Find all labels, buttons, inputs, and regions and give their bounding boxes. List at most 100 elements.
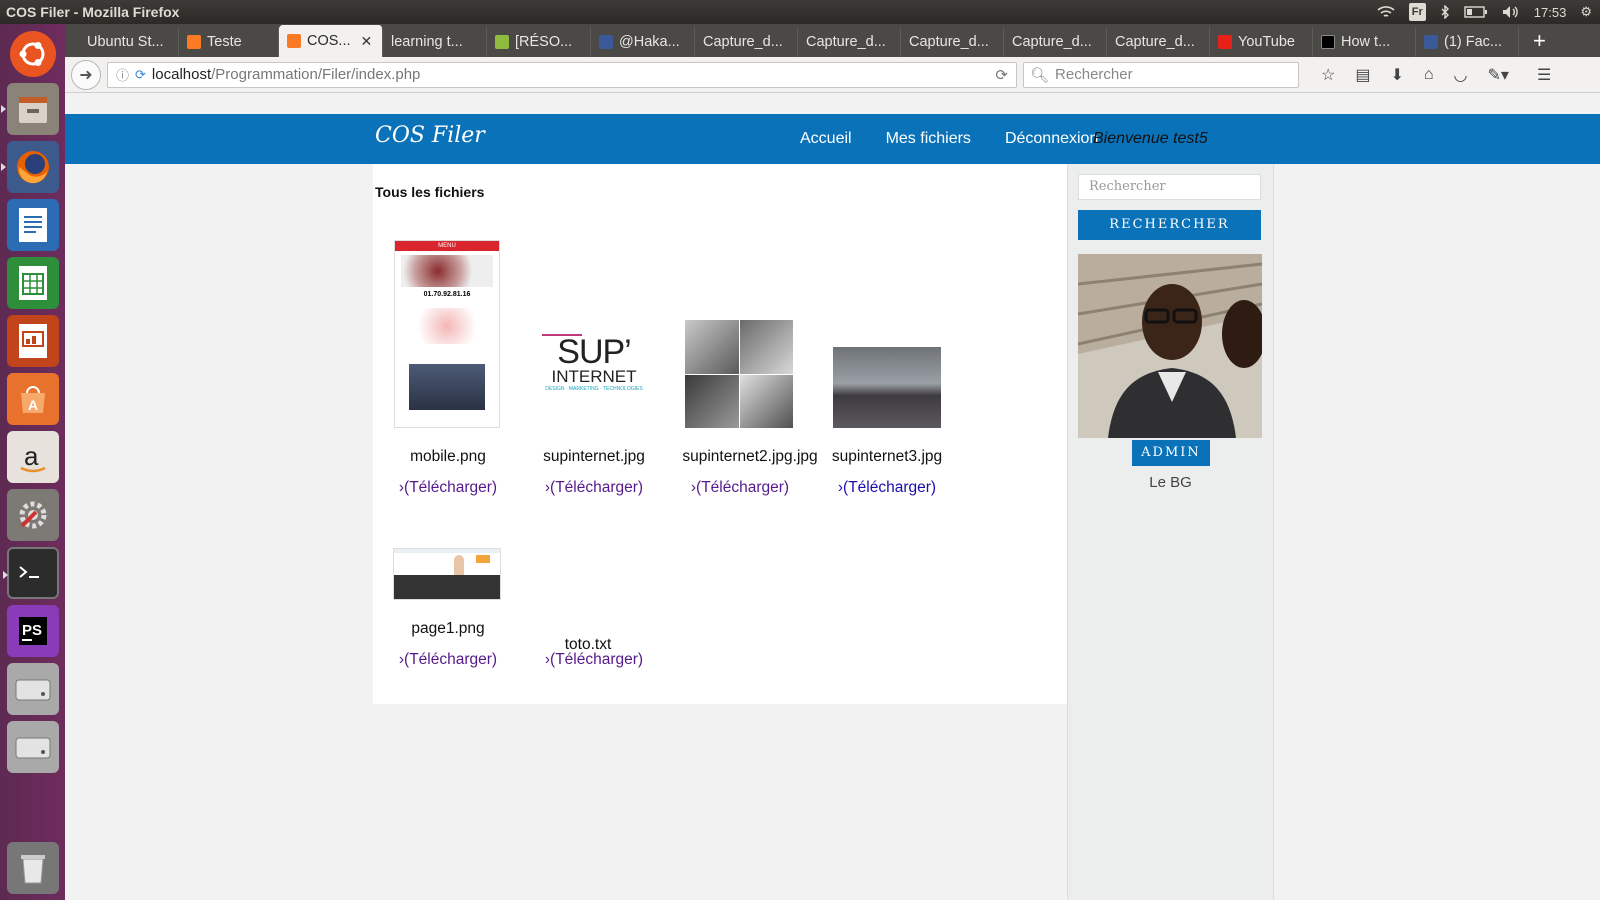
browser-search-placeholder: Rechercher <box>1055 66 1133 83</box>
thumb-logo-text: SUP’ <box>557 333 631 371</box>
software-center-icon[interactable]: A <box>6 373 59 425</box>
system-settings-icon[interactable] <box>6 489 59 541</box>
wifi-icon[interactable] <box>1377 5 1395 19</box>
search-input[interactable]: Rechercher <box>1078 174 1261 200</box>
amazon-icon[interactable]: a <box>6 431 59 483</box>
libreoffice-calc-icon[interactable] <box>6 257 59 309</box>
file-name: supinternet3.jpg <box>831 448 943 465</box>
url-path: /Programmation/Filer/index.php <box>211 66 421 83</box>
volume-icon[interactable] <box>1502 5 1520 19</box>
tab-label: How t... <box>1341 34 1391 50</box>
role-badge: ADMIN <box>1132 440 1210 466</box>
thumb-logo-tagline: DESIGN · MARKETING · TECHNOLOGIES <box>545 386 643 392</box>
youtube-favicon-icon <box>1218 35 1232 49</box>
firefox-icon[interactable] <box>0 141 59 193</box>
sidebar: Rechercher RECHERCHER ADMIN Le BG <box>1067 164 1274 900</box>
menu-accueil[interactable]: Accueil <box>800 130 852 148</box>
back-arrow-icon: ➜ <box>79 66 93 84</box>
tab-how-to[interactable]: How t... <box>1313 27 1416 57</box>
file-thumbnail[interactable] <box>833 347 941 428</box>
tab-label: Teste <box>207 34 242 50</box>
menu-deconnexion[interactable]: Déconnexion <box>1005 130 1098 148</box>
clock[interactable]: 17:53 <box>1534 5 1567 20</box>
terminal-icon[interactable] <box>2 547 59 599</box>
new-tab-button[interactable]: + <box>1519 27 1560 57</box>
url-host: localhost <box>151 66 212 83</box>
tab-capture-1[interactable]: Capture_d... <box>695 27 798 57</box>
tab-learning[interactable]: learning t... <box>383 27 487 57</box>
downloads-icon[interactable]: ⬇ <box>1390 65 1403 85</box>
url-bar[interactable]: ⓘ ⟳ localhost/Programmation/Filer/index.… <box>107 61 1017 88</box>
tab-label: COS... <box>307 33 351 49</box>
close-tab-icon[interactable]: ✕ <box>361 33 373 50</box>
tab-capture-3[interactable]: Capture_d... <box>901 27 1004 57</box>
thumb-phone-text: 01.70.92.81.16 <box>423 291 471 298</box>
site-menu: Accueil Mes fichiers Déconnexion <box>800 130 1098 148</box>
tab-capture-2[interactable]: Capture_d... <box>798 27 901 57</box>
system-tray: Fr 17:53 ⚙ <box>1377 3 1600 21</box>
tab-capture-4[interactable]: Capture_d... <box>1004 27 1107 57</box>
download-link[interactable]: ›(Télécharger) <box>373 479 523 497</box>
drive-icon-2[interactable] <box>6 721 59 773</box>
phpstorm-icon[interactable]: PS <box>6 605 59 657</box>
tab-ubuntu[interactable]: Ubuntu St... <box>79 27 179 57</box>
back-button[interactable]: ➜ <box>71 59 101 90</box>
developer-tools-icon[interactable]: ✎▾ <box>1488 65 1509 85</box>
libreoffice-writer-icon[interactable] <box>6 199 59 251</box>
file-item: supinternet3.jpg ›(Télécharger) <box>812 234 962 496</box>
download-link[interactable]: ›(Télécharger) <box>665 479 815 497</box>
site-brand[interactable]: COS Filer <box>375 123 485 148</box>
tab-capture-5[interactable]: Capture_d... <box>1107 27 1210 57</box>
drive-icon[interactable] <box>6 663 59 715</box>
bookmark-star-icon[interactable]: ☆ <box>1321 65 1335 85</box>
thumb-graphic <box>409 308 485 344</box>
thumb-photo <box>739 320 793 374</box>
tab-teste[interactable]: Teste <box>179 27 279 57</box>
tab-favicon-icon <box>1321 35 1335 49</box>
tab-favicon-icon <box>599 35 613 49</box>
tab-youtube[interactable]: YouTube <box>1210 27 1313 57</box>
tab-facebook[interactable]: (1) Fac... <box>1416 27 1519 57</box>
info-icon[interactable]: ⓘ <box>116 65 129 84</box>
browser-search-box[interactable]: 🔍︎ Rechercher <box>1023 61 1299 88</box>
thumb-photo <box>409 364 485 410</box>
trash-icon[interactable] <box>6 842 59 894</box>
reading-list-icon[interactable]: ▤ <box>1355 65 1370 85</box>
download-link[interactable]: ›(Télécharger) <box>519 479 669 497</box>
toolbar-icons: ☆ ▤ ⬇ ⌂ ◡ ✎▾ ☰ <box>1321 65 1551 85</box>
file-thumbnail[interactable] <box>685 320 793 428</box>
file-thumbnail[interactable]: MENU 01.70.92.81.16 <box>394 240 500 428</box>
tab-label: @Haka... <box>619 34 680 50</box>
hamburger-menu-icon[interactable]: ☰ <box>1537 65 1551 85</box>
tab-label: [RÉSO... <box>515 34 573 50</box>
thumb-photo <box>685 320 739 374</box>
download-link[interactable]: ›(Télécharger) <box>519 651 669 669</box>
keyboard-layout-indicator[interactable]: Fr <box>1408 3 1426 21</box>
tab-reso[interactable]: [RÉSO... <box>487 27 591 57</box>
reload-icon[interactable]: ⟳ <box>995 66 1008 84</box>
pocket-icon[interactable]: ◡ <box>1454 65 1468 85</box>
search-button[interactable]: RECHERCHER <box>1078 210 1261 240</box>
home-icon[interactable]: ⌂ <box>1424 66 1434 84</box>
welcome-message: Bienvenue test5 <box>1093 130 1208 147</box>
libreoffice-impress-icon[interactable] <box>6 315 59 367</box>
tab-label: Ubuntu St... <box>87 34 164 50</box>
bluetooth-icon[interactable] <box>1440 5 1450 19</box>
files-icon[interactable] <box>0 83 59 135</box>
battery-icon[interactable] <box>1464 6 1488 18</box>
file-thumbnail[interactable] <box>393 548 501 600</box>
thumb-logo-subtext: INTERNET <box>551 367 637 386</box>
download-link[interactable]: ›(Télécharger) <box>373 651 523 669</box>
tab-haka[interactable]: @Haka... <box>591 27 695 57</box>
file-name: page1.png <box>411 620 485 637</box>
tab-label: Capture_d... <box>806 34 886 50</box>
download-link[interactable]: ›(Télécharger) <box>812 479 962 497</box>
tab-favicon-icon <box>187 35 201 49</box>
file-thumbnail[interactable]: SUP’ INTERNET DESIGN · MARKETING · TECHN… <box>540 334 648 404</box>
menu-mes-fichiers[interactable]: Mes fichiers <box>886 130 971 148</box>
tab-cos-filer[interactable]: COS... ✕ <box>279 25 383 57</box>
tab-favicon-icon <box>287 34 301 48</box>
ubuntu-dash-icon[interactable] <box>9 31 56 77</box>
window-title: COS Filer - Mozilla Firefox <box>6 4 180 20</box>
settings-gear-icon[interactable]: ⚙ <box>1580 4 1592 20</box>
